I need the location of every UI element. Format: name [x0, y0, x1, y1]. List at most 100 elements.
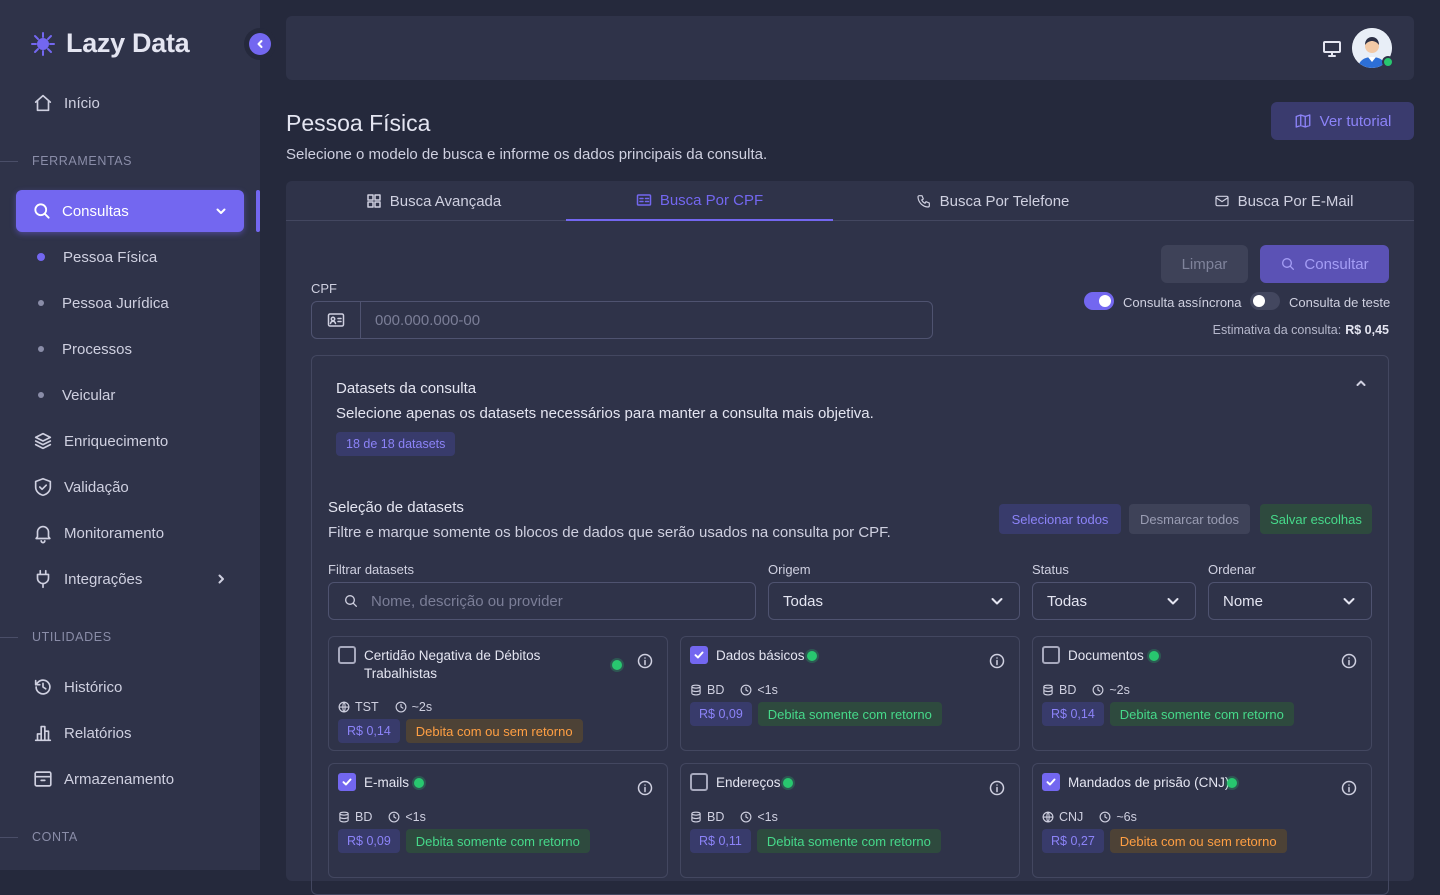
filter-placeholder: Nome, descrição ou provider [371, 592, 563, 610]
dataset-source: CNJ [1059, 810, 1084, 824]
tab-label: Busca Por Telefone [939, 192, 1070, 210]
info-icon[interactable] [637, 780, 653, 796]
sidebar-subitem-label: Veicular [62, 386, 116, 404]
tab-busca-avancada[interactable]: Busca Avançada [300, 181, 567, 221]
dataset-card-documentos[interactable]: Documentos BD ~2s R$ 0,14 Debita somente… [1032, 636, 1372, 751]
globe-icon [1042, 811, 1054, 823]
sidebar-item-historico[interactable]: Histórico [16, 666, 244, 708]
status-select[interactable]: Todas [1032, 582, 1196, 620]
ver-tutorial-button[interactable]: Ver tutorial [1271, 102, 1414, 140]
status-online-dot [807, 651, 817, 661]
tab-busca-por-telefone[interactable]: Busca Por Telefone [859, 181, 1126, 221]
dataset-source: BD [355, 810, 373, 824]
tab-label: Busca Por E-Mail [1237, 192, 1354, 210]
sidebar-item-validacao[interactable]: Validação [16, 466, 244, 508]
history-icon [34, 679, 51, 695]
test-toggle[interactable] [1250, 292, 1280, 310]
dataset-name: Mandados de prisão (CNJ) [1068, 775, 1230, 790]
sidebar-subitem-processos[interactable]: Processos [16, 331, 244, 367]
sidebar-subitem-label: Pessoa Jurídica [62, 294, 169, 312]
sidebar-subitem-pessoa-fisica[interactable]: Pessoa Física [16, 239, 244, 275]
home-icon [34, 94, 52, 112]
datasets-panel: Datasets da consulta Selecione apenas os… [311, 355, 1389, 895]
logo-icon [31, 31, 55, 56]
dataset-card-mandados-prisao[interactable]: Mandados de prisão (CNJ) CNJ ~6s R$ 0,27… [1032, 763, 1372, 878]
dataset-card-emails[interactable]: E-mails BD <1s R$ 0,09 Debita somente co… [328, 763, 668, 878]
plug-icon [36, 569, 50, 589]
status-online-dot [1149, 651, 1159, 661]
sidebar-subitem-pessoa-juridica[interactable]: Pessoa Jurídica [16, 285, 244, 321]
bar-chart-icon [34, 725, 52, 742]
database-icon [339, 811, 349, 823]
tab-busca-por-email[interactable]: Busca Por E-Mail [1150, 181, 1417, 221]
desmarcar-todos-button[interactable]: Desmarcar todos [1129, 504, 1250, 534]
dataset-checkbox[interactable] [338, 773, 356, 791]
dataset-time: ~6s [1116, 810, 1137, 824]
consultar-button[interactable]: Consultar [1260, 245, 1389, 283]
info-icon[interactable] [989, 780, 1005, 796]
chevron-up-icon[interactable] [1354, 376, 1368, 390]
origin-label: Origem [768, 562, 811, 577]
sidebar-item-armazenamento[interactable]: Armazenamento [16, 758, 244, 800]
limpar-button[interactable]: Limpar [1161, 245, 1248, 283]
filter-datasets-input[interactable]: Nome, descrição ou provider [328, 582, 756, 620]
online-status-indicator [1382, 56, 1394, 68]
monitor-icon[interactable] [1322, 40, 1342, 58]
status-online-dot [414, 778, 424, 788]
origin-select[interactable]: Todas [768, 582, 1020, 620]
database-icon [691, 811, 701, 823]
selecionar-todos-button[interactable]: Selecionar todos [999, 504, 1121, 534]
sidebar-item-integracoes[interactable]: Integrações [16, 558, 244, 600]
sidebar-subitem-label: Pessoa Física [63, 248, 158, 266]
dataset-name: E-mails [364, 775, 410, 790]
datasets-title: Datasets da consulta [336, 380, 477, 397]
info-icon[interactable] [637, 653, 653, 669]
dataset-debit-badge: Debita com ou sem retorno [1109, 829, 1287, 853]
estimate: Estimativa da consulta: R$ 0,45 [1213, 323, 1389, 337]
app-logo[interactable]: Lazy Data [30, 28, 190, 59]
datasets-count-badge: 18 de 18 datasets [336, 432, 456, 456]
consultar-label: Consultar [1304, 255, 1369, 273]
tab-label: Busca Por CPF [659, 191, 764, 209]
collapse-sidebar-button[interactable] [244, 28, 276, 60]
dataset-checkbox[interactable] [690, 646, 708, 664]
sidebar-item-consultas[interactable]: Consultas [16, 190, 244, 232]
dataset-card-cndt[interactable]: Certidão Negativa de Débitos Trabalhista… [328, 636, 668, 751]
sidebar-subitem-veicular[interactable]: Veicular [16, 377, 244, 413]
tab-busca-por-cpf[interactable]: Busca Por CPF [566, 181, 833, 221]
dataset-name: Endereços [716, 775, 781, 790]
dataset-price: R$ 0,09 [338, 829, 400, 853]
active-indicator [256, 190, 260, 232]
status-online-dot [783, 778, 793, 788]
dataset-checkbox[interactable] [1042, 646, 1060, 664]
sidebar-item-relatorios[interactable]: Relatórios [16, 712, 244, 754]
salvar-escolhas-button[interactable]: Salvar escolhas [1260, 504, 1372, 534]
cpf-field[interactable]: 000.000.000-00 [311, 301, 933, 339]
sidebar-item-home[interactable]: Início [16, 82, 244, 124]
dataset-checkbox[interactable] [1042, 773, 1060, 791]
info-icon[interactable] [989, 653, 1005, 669]
status-value: Todas [1047, 592, 1088, 610]
dataset-card-dados-basicos[interactable]: Dados básicos BD <1s R$ 0,09 Debita some… [680, 636, 1020, 751]
dataset-checkbox[interactable] [690, 773, 708, 791]
dataset-debit-badge: Debita somente com retorno [756, 829, 941, 853]
sidebar-item-label: Início [64, 94, 100, 112]
sidebar-item-monitoramento[interactable]: Monitoramento [16, 512, 244, 554]
dataset-name: Documentos [1068, 648, 1144, 663]
bullet-icon [37, 253, 45, 261]
info-icon[interactable] [1341, 780, 1357, 796]
dataset-time: <1s [405, 810, 426, 824]
dataset-checkbox[interactable] [338, 646, 356, 664]
order-select[interactable]: Nome [1208, 582, 1372, 620]
async-toggle[interactable] [1084, 292, 1114, 310]
dataset-card-enderecos[interactable]: Endereços BD <1s R$ 0,11 Debita somente … [680, 763, 1020, 878]
dataset-meta: CNJ ~6s [1042, 810, 1137, 824]
dataset-debit-badge: Debita somente com retorno [405, 829, 590, 853]
dataset-meta: BD <1s [690, 810, 778, 824]
dataset-source: BD [707, 683, 725, 697]
sidebar-item-enriquecimento[interactable]: Enriquecimento [16, 420, 244, 462]
shield-check-icon [34, 477, 52, 497]
dataset-price: R$ 0,09 [690, 702, 752, 726]
info-icon[interactable] [1341, 653, 1357, 669]
chevron-down-icon [1343, 598, 1355, 605]
